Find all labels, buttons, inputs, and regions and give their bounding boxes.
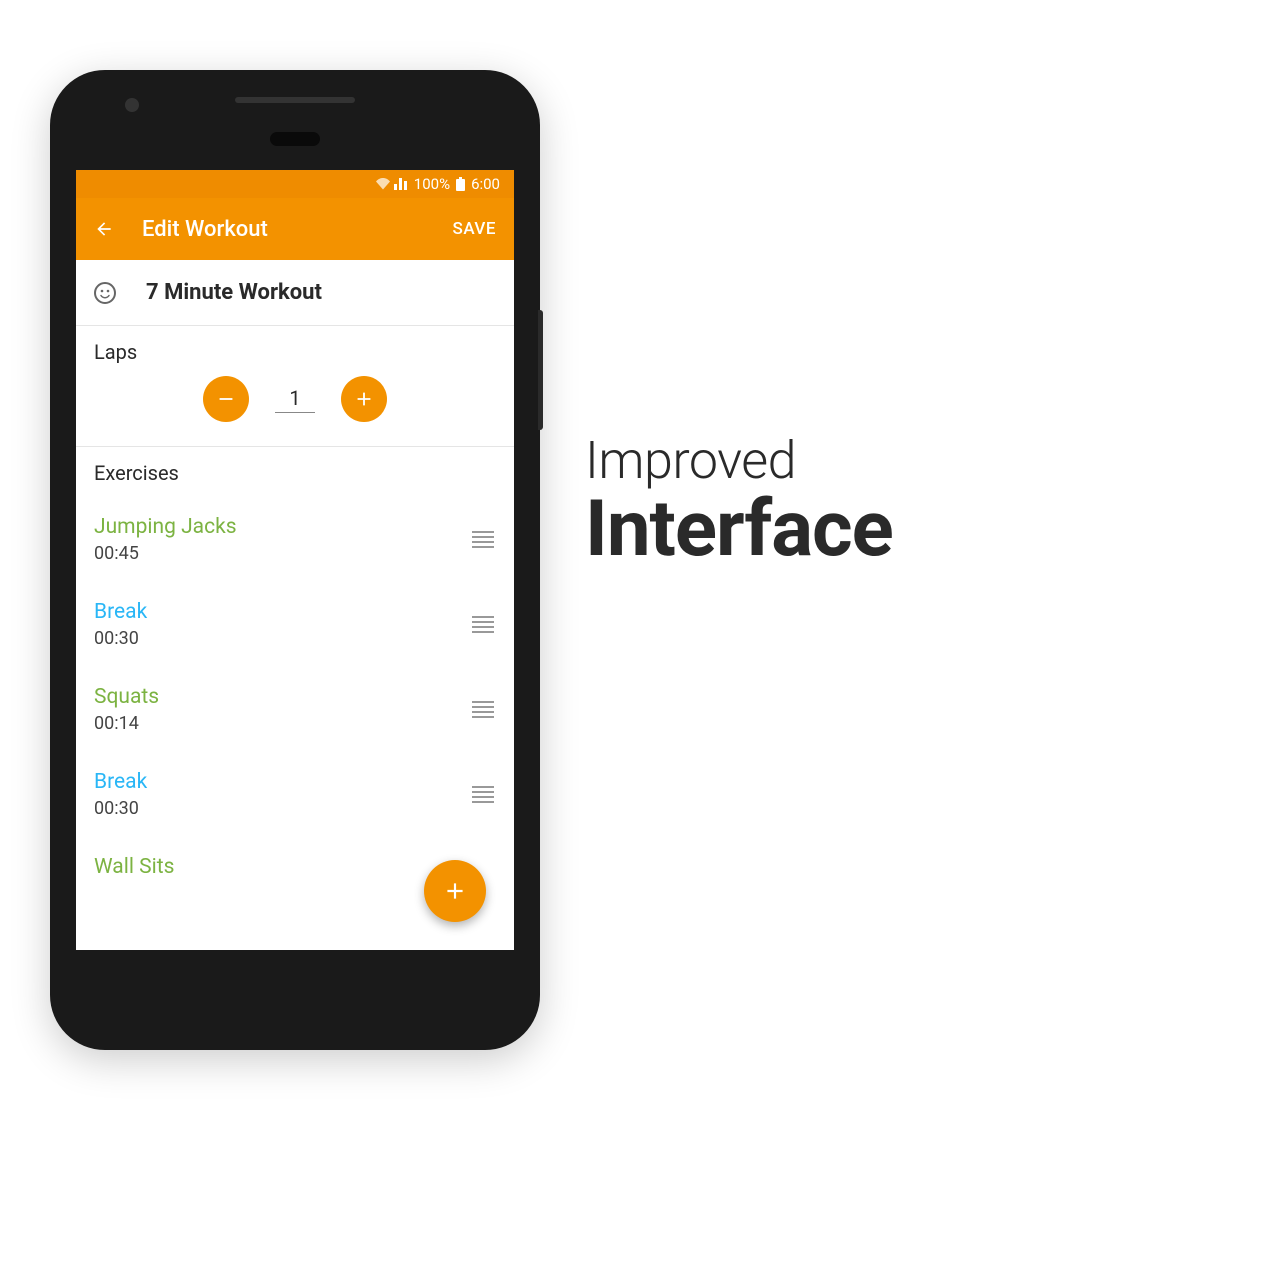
phone-side-button: [538, 310, 543, 430]
status-bar: 100% 6:00: [76, 170, 514, 198]
clock-time: 6:00: [471, 175, 500, 193]
exercise-name: Jumping Jacks: [94, 515, 472, 539]
back-button[interactable]: [94, 219, 114, 239]
phone-speaker: [235, 97, 355, 103]
exercise-time: 00:14: [94, 713, 472, 734]
phone-screen: 100% 6:00 Edit Workout SAVE 7 Minute Wor…: [76, 170, 514, 950]
status-icons: [376, 178, 408, 190]
workout-title-row[interactable]: 7 Minute Workout: [76, 260, 514, 325]
phone-sensor: [270, 132, 320, 146]
exercise-name: Break: [94, 770, 472, 794]
laps-plus-button[interactable]: [341, 376, 387, 422]
marketing-line1: Improved: [585, 430, 893, 491]
phone-frame: 100% 6:00 Edit Workout SAVE 7 Minute Wor…: [50, 70, 540, 1050]
drag-handle-icon[interactable]: [472, 616, 496, 633]
laps-controls: [76, 376, 514, 446]
app-bar: Edit Workout SAVE: [76, 198, 514, 260]
laps-input[interactable]: [275, 386, 315, 413]
page-title: Edit Workout: [142, 217, 425, 242]
exercise-name: Break: [94, 600, 472, 624]
marketing-line2: Interface: [585, 491, 893, 569]
exercises-label: Exercises: [76, 447, 514, 497]
save-button[interactable]: SAVE: [453, 219, 496, 239]
exercise-item[interactable]: Jumping Jacks 00:45: [76, 497, 514, 582]
exercise-item[interactable]: Break 00:30: [76, 582, 514, 667]
exercise-name: Squats: [94, 685, 472, 709]
laps-minus-button[interactable]: [203, 376, 249, 422]
workout-name: 7 Minute Workout: [146, 280, 322, 305]
battery-icon: [456, 177, 465, 191]
phone-camera: [125, 98, 139, 112]
laps-label: Laps: [76, 326, 514, 376]
exercise-item[interactable]: Squats 00:14: [76, 667, 514, 752]
exercise-item[interactable]: Break 00:30: [76, 752, 514, 837]
exercise-time: 00:45: [94, 543, 472, 564]
battery-percentage: 100%: [414, 175, 450, 193]
exercise-time: 00:30: [94, 628, 472, 649]
marketing-text: Improved Interface: [585, 430, 893, 569]
smiley-icon: [94, 282, 116, 304]
drag-handle-icon[interactable]: [472, 786, 496, 803]
signal-icon: [394, 178, 408, 190]
drag-handle-icon[interactable]: [472, 701, 496, 718]
drag-handle-icon[interactable]: [472, 531, 496, 548]
wifi-icon: [376, 178, 390, 190]
exercise-time: 00:30: [94, 798, 472, 819]
add-exercise-fab[interactable]: [424, 860, 486, 922]
